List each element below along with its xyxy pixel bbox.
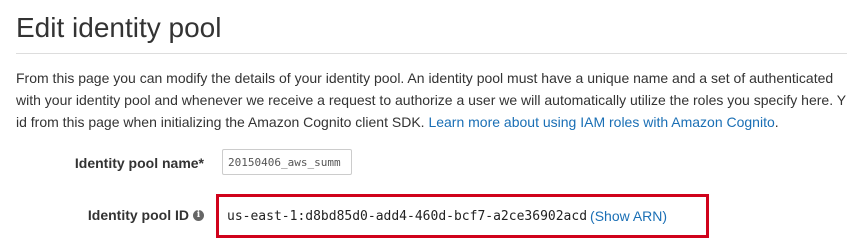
intro-line-1: From this page you can modify the detail…: [16, 70, 834, 86]
identity-pool-id-label-group: Identity pool ID i: [88, 207, 204, 223]
intro-paragraph: From this page you can modify the detail…: [16, 67, 847, 133]
identity-pool-id-value: us-east-1:d8bd85d0-add4-460d-bcf7-a2ce36…: [227, 208, 588, 224]
intro-line-3-text: id from this page when initializing the …: [16, 114, 429, 130]
learn-more-iam-roles-link[interactable]: Learn more about using IAM roles with Am…: [428, 114, 774, 130]
show-arn-link[interactable]: (Show ARN): [590, 208, 667, 224]
title-divider: [16, 53, 847, 54]
identity-pool-name-input[interactable]: [222, 149, 352, 175]
identity-pool-id-label: Identity pool ID: [87, 207, 189, 223]
page-title: Edit identity pool: [16, 12, 222, 43]
intro-line-3: id from this page when initializing the …: [16, 111, 847, 133]
identity-pool-name-label: Identity pool name*: [74, 155, 204, 171]
intro-line-3-end: .: [774, 114, 779, 130]
intro-line-2: with your identity pool and whenever we …: [16, 92, 847, 108]
info-icon[interactable]: i: [193, 209, 204, 221]
identity-pool-id-highlight: us-east-1:d8bd85d0-add4-460d-bcf7-a2ce36…: [216, 194, 709, 238]
